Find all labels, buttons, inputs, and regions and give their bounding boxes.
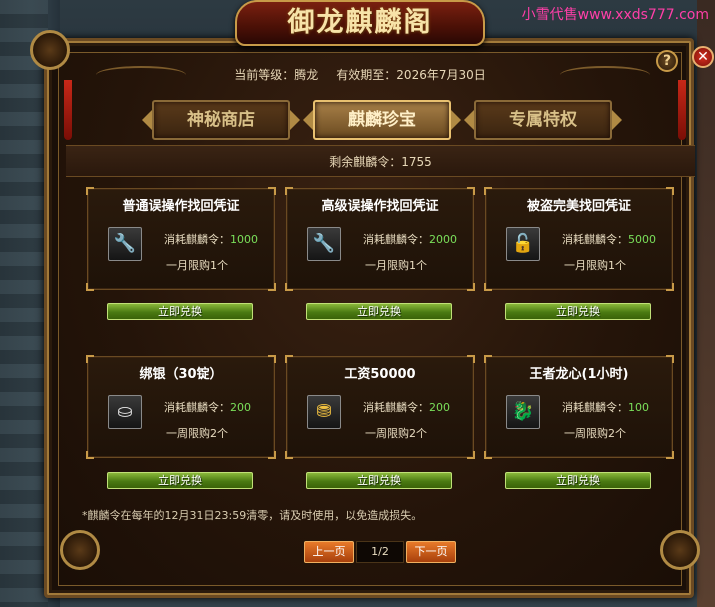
- background-scenery-right: [697, 0, 715, 607]
- item-card: 绑银（30锭） ⛀ 消耗麒麟令：200 一周限购2个: [86, 355, 276, 459]
- wrench-icon[interactable]: 🔧: [108, 227, 142, 261]
- remaining-tokens-bar: 剩余麒麟令：1755: [66, 145, 695, 177]
- redeem-button[interactable]: 立即兑换: [306, 472, 452, 489]
- cost-value: 1000: [230, 233, 258, 246]
- purchase-limit: 一月限购1个: [166, 259, 228, 272]
- remaining-label: 剩余麒麟令：: [329, 155, 402, 169]
- window-title: 御龙麒麟阁: [287, 7, 433, 38]
- corner-ornament-top-left: [30, 30, 70, 70]
- redeem-button[interactable]: 立即兑换: [107, 303, 253, 320]
- item-cost: 消耗麒麟令：200: [164, 399, 251, 415]
- redeem-button[interactable]: 立即兑换: [505, 303, 651, 320]
- redeem-button[interactable]: 立即兑换: [107, 472, 253, 489]
- cost-value: 200: [429, 401, 450, 414]
- next-page-button[interactable]: 下一页: [406, 541, 456, 563]
- page-indicator: 1/2: [356, 541, 404, 563]
- level-label: 当前等级：: [234, 68, 295, 82]
- cost-label: 消耗麒麟令：: [164, 233, 230, 246]
- tassel-left-decoration: [64, 80, 72, 140]
- membership-info: 当前等级：腾龙 有效期至：2026年7月30日: [110, 64, 610, 86]
- prev-page-button[interactable]: 上一页: [304, 541, 354, 563]
- dragon-heart-icon[interactable]: 🐉: [506, 395, 540, 429]
- treasure-chest-icon[interactable]: 🔓: [506, 227, 540, 261]
- gold-coins-icon[interactable]: ⛃: [307, 395, 341, 429]
- cost-value: 5000: [628, 233, 656, 246]
- tassel-right-decoration: [678, 80, 686, 140]
- item-cost: 消耗麒麟令：2000: [363, 231, 457, 247]
- purchase-limit: 一周限购2个: [365, 427, 427, 440]
- redeem-button[interactable]: 立即兑换: [505, 472, 651, 489]
- cost-value: 2000: [429, 233, 457, 246]
- item-title: 绑银（30锭）: [139, 367, 223, 382]
- cost-label: 消耗麒麟令：: [562, 401, 628, 414]
- item-cost: 消耗麒麟令：5000: [562, 231, 656, 247]
- item-cost: 消耗麒麟令：200: [363, 399, 450, 415]
- item-title: 王者龙心(1小时): [529, 367, 629, 382]
- item-cost: 消耗麒麟令：1000: [164, 231, 258, 247]
- item-card: 被盗完美找回凭证 🔓 消耗麒麟令：5000 一月限购1个: [484, 187, 674, 291]
- item-card: 工资50000 ⛃ 消耗麒麟令：200 一周限购2个: [285, 355, 475, 459]
- item-title: 高级误操作找回凭证: [321, 199, 439, 214]
- purchase-limit: 一周限购2个: [166, 427, 228, 440]
- item-title: 被盗完美找回凭证: [526, 199, 631, 214]
- background-scenery-left: [0, 0, 48, 607]
- tab-qilin-treasure[interactable]: 麒麟珍宝: [313, 100, 451, 140]
- tab-mystery-shop[interactable]: 神秘商店: [152, 100, 290, 140]
- window-title-plaque: 御龙麒麟阁: [235, 0, 485, 46]
- expiry-value: 2026年7月30日: [396, 68, 486, 82]
- silver-ingot-icon[interactable]: ⛀: [108, 395, 142, 429]
- cost-label: 消耗麒麟令：: [363, 401, 429, 414]
- cost-label: 消耗麒麟令：: [363, 233, 429, 246]
- purchase-limit: 一月限购1个: [564, 259, 626, 272]
- corner-ornament-bottom-left: [60, 530, 100, 570]
- expiry-label: 有效期至：: [336, 68, 397, 82]
- watermark-text: 小雪代售www.xxds777.com: [521, 7, 709, 23]
- redeem-button[interactable]: 立即兑换: [306, 303, 452, 320]
- purchase-limit: 一周限购2个: [564, 427, 626, 440]
- cost-label: 消耗麒麟令：: [562, 233, 628, 246]
- tab-exclusive-privilege[interactable]: 专属特权: [474, 100, 612, 140]
- reset-notice: *麒麟令在每年的12月31日23:59清零，请及时使用，以免造成损失。: [82, 509, 423, 522]
- item-card: 普通误操作找回凭证 🔧 消耗麒麟令：1000 一月限购1个: [86, 187, 276, 291]
- cost-value: 100: [628, 401, 649, 414]
- item-title: 工资50000: [344, 367, 416, 382]
- cost-label: 消耗麒麟令：: [164, 401, 230, 414]
- help-button[interactable]: ?: [656, 50, 678, 72]
- item-card: 王者龙心(1小时) 🐉 消耗麒麟令：100 一周限购2个: [484, 355, 674, 459]
- cost-value: 200: [230, 401, 251, 414]
- purchase-limit: 一月限购1个: [365, 259, 427, 272]
- close-button[interactable]: ✕: [692, 46, 714, 68]
- corner-ornament-bottom-right: [660, 530, 700, 570]
- item-cost: 消耗麒麟令：100: [562, 399, 649, 415]
- wrench-icon[interactable]: 🔧: [307, 227, 341, 261]
- item-card: 高级误操作找回凭证 🔧 消耗麒麟令：2000 一月限购1个: [285, 187, 475, 291]
- remaining-value: 1755: [401, 155, 432, 169]
- level-value: 腾龙: [294, 68, 319, 82]
- item-title: 普通误操作找回凭证: [122, 199, 240, 214]
